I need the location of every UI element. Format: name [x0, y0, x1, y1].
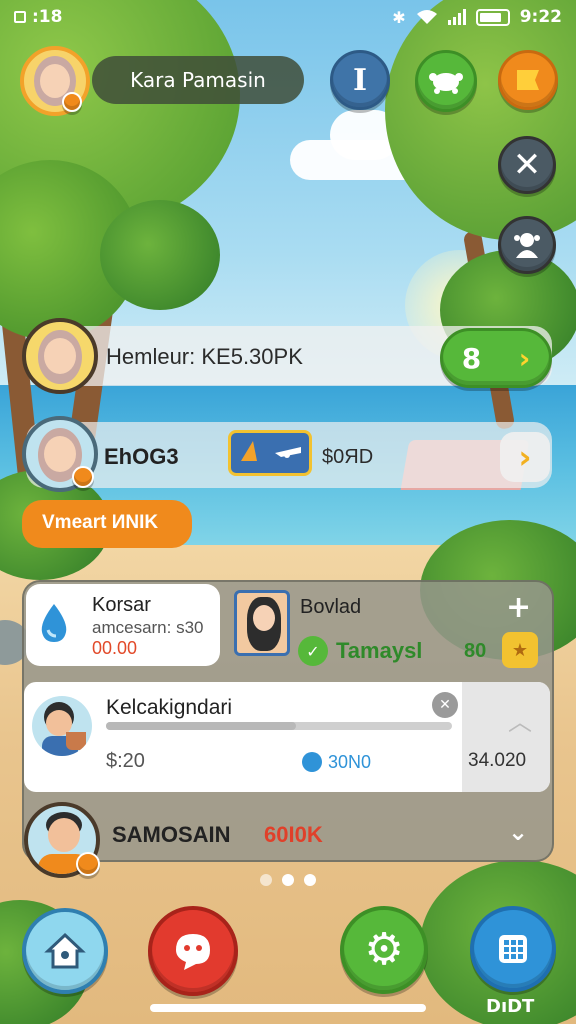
info-icon: I — [352, 62, 368, 98]
card-1-title: Korsar — [92, 594, 151, 616]
home-icon — [44, 932, 86, 969]
player-name: Kara Pamasin — [130, 68, 266, 92]
row-2-label: EhOG3 — [104, 444, 179, 469]
star-icon: ★ — [511, 639, 529, 661]
card-2-status: Tamaysl — [336, 638, 423, 663]
status-clock-right: 9:22 — [519, 7, 562, 27]
row-1-go-button[interactable]: 8 › — [440, 328, 552, 388]
water-drop-icon — [41, 604, 67, 642]
row-4-badge — [76, 852, 100, 876]
notification-icon — [14, 11, 26, 23]
card-3-progress-track — [106, 722, 452, 730]
menu-button[interactable] — [470, 906, 556, 992]
row-2-value: $0ЯD — [322, 446, 374, 468]
face — [44, 338, 76, 374]
card-3-side — [462, 682, 550, 792]
card-2-avatar — [234, 590, 290, 656]
close-icon: ✕ — [512, 145, 542, 185]
row-2-item-tile[interactable] — [228, 430, 312, 476]
face — [44, 436, 76, 472]
card-3-mid-value: 30N0 — [328, 752, 372, 772]
pet-button[interactable] — [415, 50, 477, 112]
status-time: :18 — [32, 7, 63, 27]
close-button[interactable]: ✕ — [498, 136, 556, 194]
card-1-subtitle: amcesarn: s30 — [92, 618, 204, 637]
info-button[interactable]: I — [330, 50, 390, 110]
signal-icon — [447, 9, 466, 25]
card-3-progress-fill — [106, 722, 297, 730]
row-2-badge — [72, 466, 94, 488]
battery-icon — [475, 8, 510, 26]
pager-dot — [304, 874, 316, 886]
row-1-label: Hemleur: KE5.30PK — [106, 344, 303, 369]
home-button[interactable] — [22, 908, 108, 994]
ghost-chat-icon — [176, 934, 210, 970]
close-icon: ✕ — [439, 697, 451, 713]
card-3-right-value: 34.020 — [468, 750, 527, 771]
chevron-right-icon: › — [518, 341, 531, 375]
card-2-check-icon: ✓ — [298, 636, 328, 666]
pager-dot-active — [282, 874, 294, 886]
row-1-avatar — [22, 318, 98, 394]
row-2-sub-label: Vmeart ИNIK — [42, 512, 159, 533]
flag-icon — [517, 70, 539, 90]
check-icon: ✓ — [306, 641, 320, 661]
menu-label: DıDT — [486, 996, 535, 1017]
row-2-sub-pill: Vmeart ИNIK — [22, 500, 192, 548]
turtle-icon — [429, 73, 463, 94]
settings-button[interactable]: ⚙ — [340, 906, 428, 994]
chat-button[interactable] — [148, 906, 238, 996]
chevron-up-icon[interactable]: ︿ — [508, 702, 532, 737]
coin-icon — [302, 752, 322, 772]
card-3[interactable]: Kelcakigndari ✕ $:20 30N0 ︿ 34.020 — [24, 682, 550, 792]
row-2-go-button[interactable]: › — [500, 432, 550, 482]
row-4-value: 60I0K — [264, 822, 323, 847]
home-indicator[interactable] — [150, 1004, 426, 1012]
card-2-count: 80 — [464, 640, 487, 662]
card-1[interactable]: Korsar amcesarn: s30 00.00 — [26, 584, 220, 666]
bluetooth-icon: ✱ — [392, 7, 406, 27]
gear-icon: ⚙ — [364, 924, 404, 975]
plane-icon — [241, 441, 301, 461]
chevron-right-icon: › — [518, 438, 532, 476]
card-2-title: Bovlad — [300, 596, 362, 618]
flag-button[interactable] — [498, 50, 558, 110]
row-4-name: SAMOSAIN — [112, 822, 231, 847]
add-icon[interactable]: + — [506, 590, 531, 625]
chevron-down-icon[interactable]: ⌄ — [508, 818, 528, 846]
card-1-value: 00.00 — [92, 638, 138, 658]
card-3-title: Kelcakigndari — [106, 696, 233, 719]
character-icon — [514, 233, 540, 258]
card-3-avatar — [32, 696, 92, 756]
card-3-left-value: $:20 — [106, 750, 145, 772]
face — [253, 605, 275, 631]
pager-dot — [260, 874, 272, 886]
face — [48, 818, 80, 852]
player-name-pill[interactable]: Kara Pamasin — [92, 56, 304, 104]
grid-icon — [499, 935, 527, 963]
plant-pot — [66, 732, 86, 750]
row-1-count: 8 — [461, 341, 482, 375]
palm-leaves — [100, 200, 220, 310]
status-bar: :18 ✱ 9:22 — [0, 0, 576, 34]
card-3-close-button[interactable]: ✕ — [432, 692, 458, 718]
player-badge — [62, 92, 82, 112]
character-button[interactable] — [498, 216, 556, 274]
wifi-icon — [416, 10, 437, 24]
card-2-reward-icon: ★ — [502, 632, 538, 668]
